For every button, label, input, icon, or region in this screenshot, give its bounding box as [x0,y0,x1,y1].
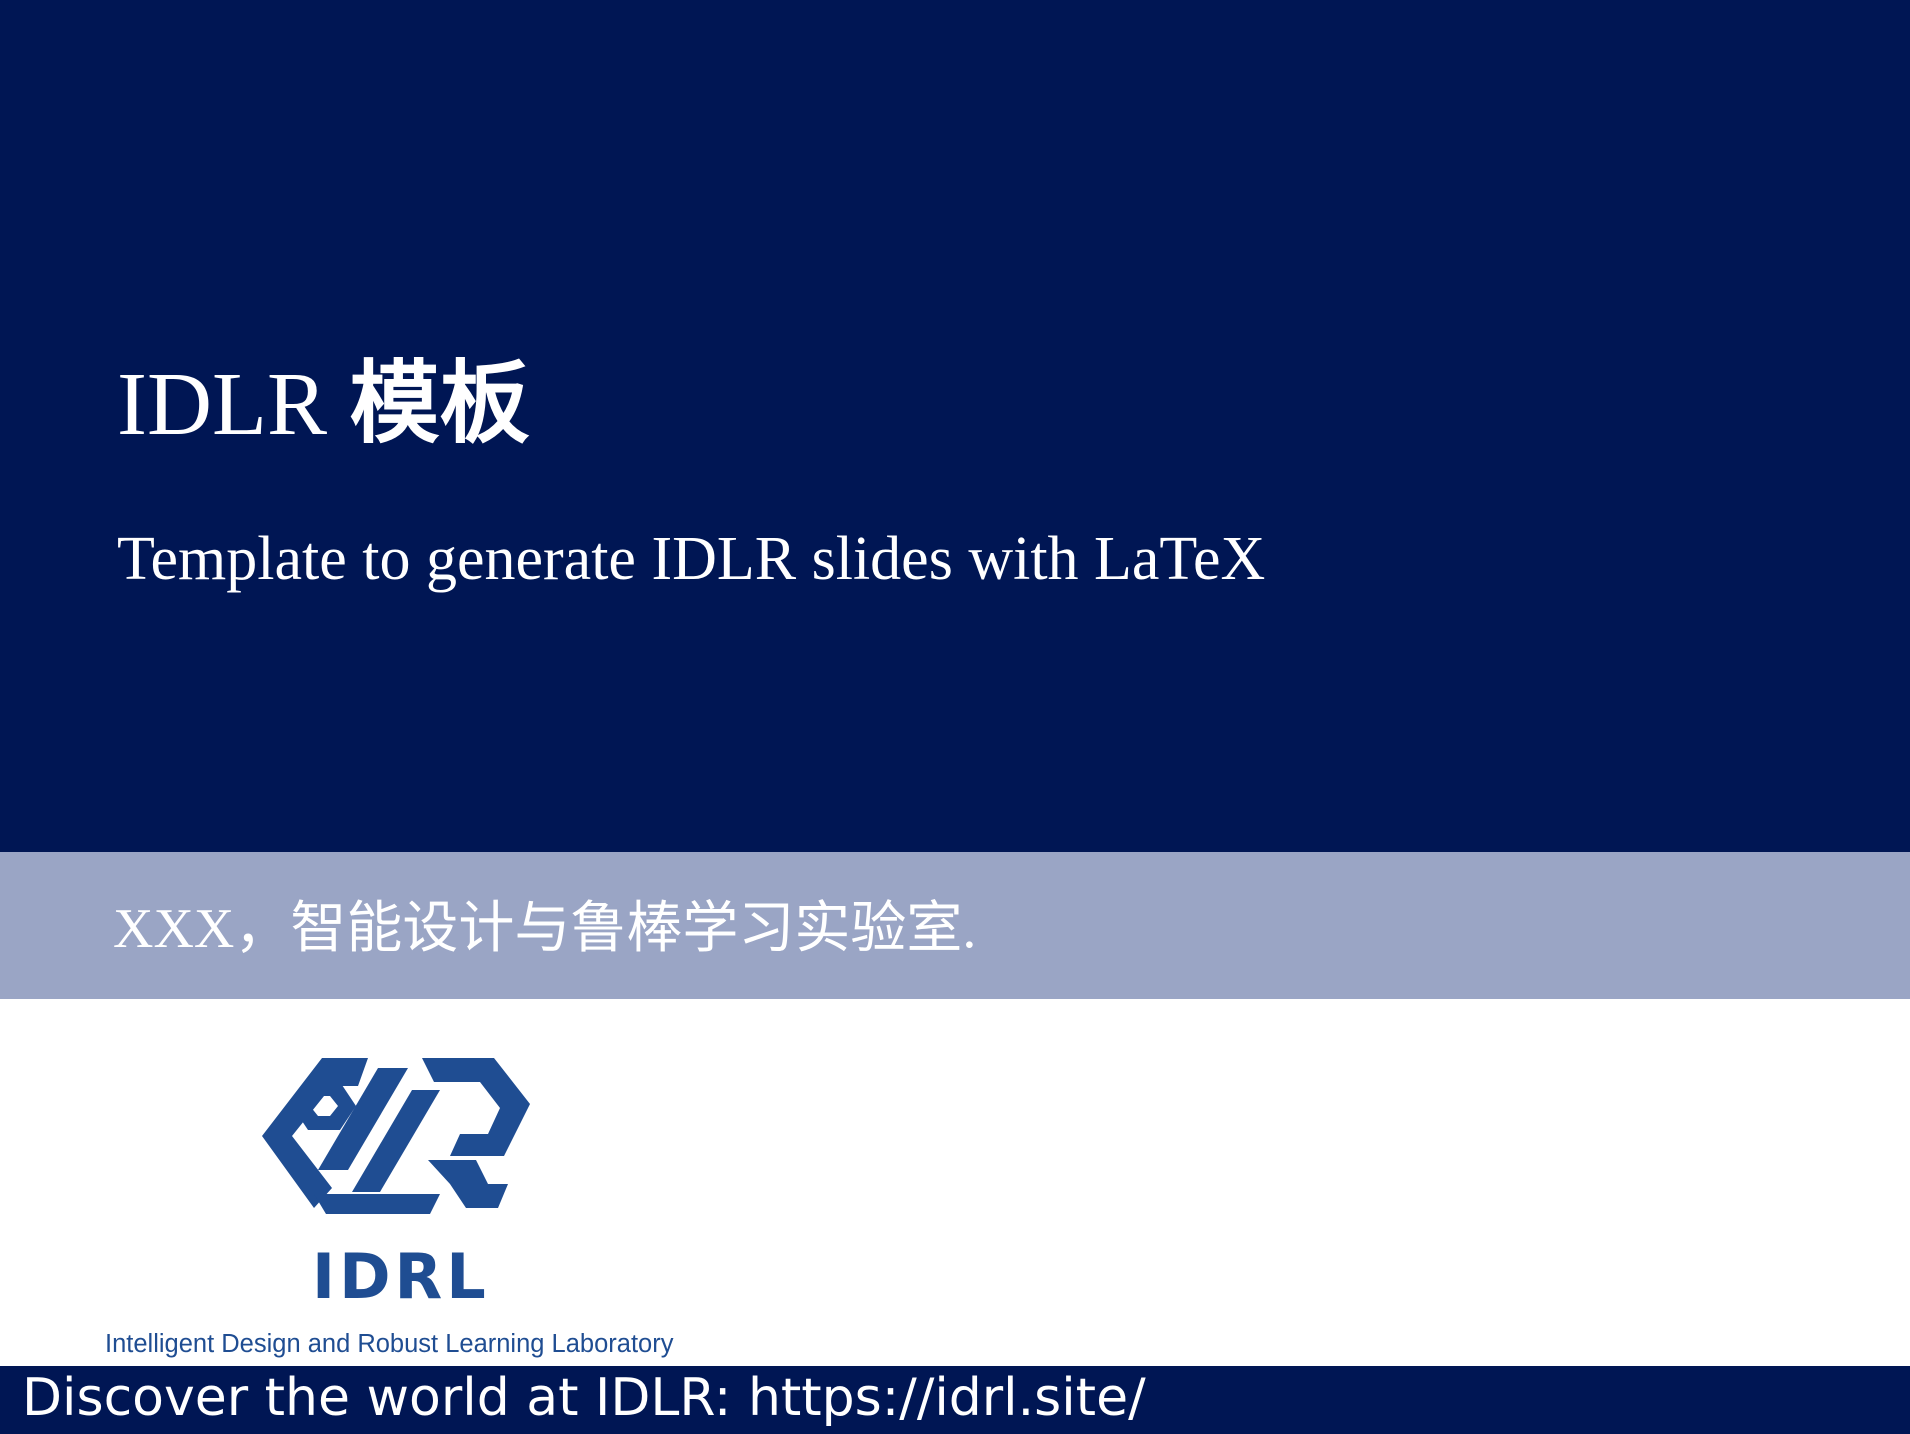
logo-wordmark: IDRL [312,1240,490,1313]
idrl-logo-icon [262,1058,530,1214]
title-latin: IDLR [117,355,327,454]
title-panel: IDLR 模板 Template to generate IDLR slides… [0,0,1910,852]
slide-subtitle: Template to generate IDLR slides with La… [117,525,1266,593]
title-cjk: 模板 [349,350,530,456]
footer-link-text[interactable]: Discover the world at IDLR: https://idrl… [22,1372,1146,1424]
logo-tagline: Intelligent Design and Robust Learning L… [105,1330,674,1358]
slide-title: IDLR 模板 [117,358,529,450]
author-affiliation: XXX，智能设计与鲁棒学习实验室. [113,898,977,960]
